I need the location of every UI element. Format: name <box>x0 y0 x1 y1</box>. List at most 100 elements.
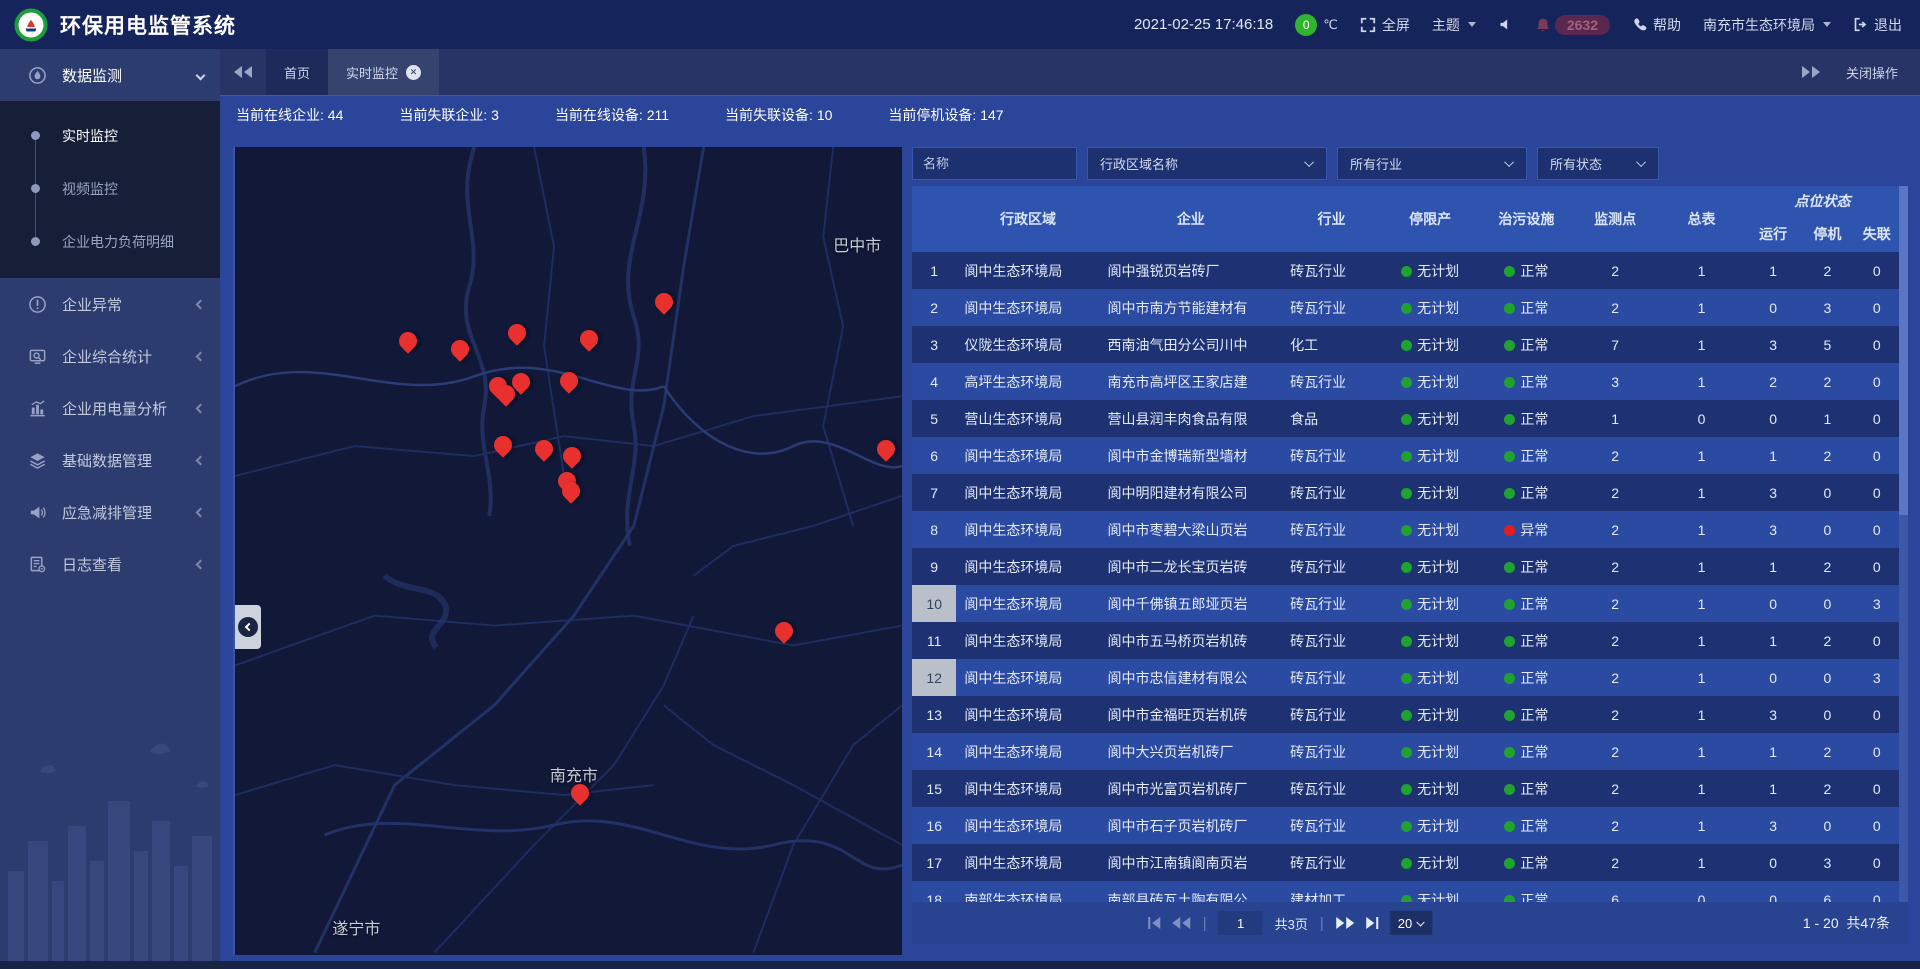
cell-meter: 1 <box>1657 474 1746 511</box>
table-row[interactable]: 11阆中生态环境局阆中市五马桥页岩机砖砖瓦行业无计划正常21120 <box>912 622 1899 659</box>
sidebar-item-视频监控[interactable]: 视频监控 <box>0 162 220 215</box>
pin-icon <box>508 369 533 394</box>
last-page-button[interactable] <box>1366 917 1378 929</box>
next-page-button[interactable] <box>1336 917 1354 929</box>
cell-meter: 1 <box>1657 511 1746 548</box>
sidebar-group-企业综合统计[interactable]: 企业综合统计 <box>0 330 220 382</box>
sidebar-item-企业电力负荷明细[interactable]: 企业电力负荷明细 <box>0 215 220 268</box>
sidebar-group-企业用电量分析[interactable]: 企业用电量分析 <box>0 382 220 434</box>
cell-stop: 2 <box>1800 548 1854 585</box>
table-row[interactable]: 10阆中生态环境局阆中千佛镇五郎垭页岩砖瓦行业无计划正常21003 <box>912 585 1899 622</box>
map-marker-pin[interactable] <box>876 438 896 464</box>
status-dot-icon <box>1401 488 1412 499</box>
table-row[interactable]: 16阆中生态环境局阆中市石子页岩机砖厂砖瓦行业无计划正常21300 <box>912 807 1899 844</box>
cell-company: 阆中市忠信建材有限公 <box>1100 659 1283 696</box>
chevron-down-icon <box>1636 157 1646 167</box>
table-row[interactable]: 5营山生态环境局营山县润丰肉食品有限食品无计划正常10010 <box>912 400 1899 437</box>
sidebar-group-label: 应急减排管理 <box>62 502 197 523</box>
tab-close-icon[interactable]: ✕ <box>406 65 421 80</box>
cell-company: 阆中千佛镇五郎垭页岩 <box>1100 585 1283 622</box>
table-row[interactable]: 18南部生态环境局南部县砖瓦土陶有限公建材加工无计划正常60060 <box>912 881 1899 902</box>
map-collapse-button[interactable] <box>235 605 261 649</box>
sidebar-group-企业异常[interactable]: 企业异常 <box>0 278 220 330</box>
map-marker-pin[interactable] <box>450 338 470 364</box>
region-filter-select[interactable]: 行政区域名称 <box>1087 147 1327 180</box>
table-row[interactable]: 9阆中生态环境局阆中市二龙长宝页岩砖砖瓦行业无计划正常21120 <box>912 548 1899 585</box>
industry-filter-select[interactable]: 所有行业 <box>1337 147 1527 180</box>
map-marker-pin[interactable] <box>493 434 513 460</box>
total-pages-label: 共3页 <box>1275 914 1308 933</box>
fullscreen-button[interactable]: 全屏 <box>1360 15 1410 35</box>
work-area: 巴中市南充市遂宁市 行政区域名称 所有 <box>220 134 1920 961</box>
table-row[interactable]: 4高坪生态环境局南充市高坪区王家店建砖瓦行业无计划正常31220 <box>912 363 1899 400</box>
cell-row-number: 7 <box>912 474 956 511</box>
status-dot-icon <box>1401 377 1412 388</box>
map-marker-pin[interactable] <box>559 370 579 396</box>
cell-limit-status: 无计划 <box>1381 585 1480 622</box>
stat-value: 211 <box>647 107 669 123</box>
stat-label: 当前失联企业: <box>399 107 491 123</box>
scrollbar-thumb[interactable] <box>1899 186 1908 515</box>
record-range-label: 1 - 20 共47条 <box>1803 913 1908 933</box>
logout-button[interactable]: 退出 <box>1853 15 1902 35</box>
table-row[interactable]: 3仪陇生态环境局西南油气田分公司川中化工无计划正常71350 <box>912 326 1899 363</box>
map-marker-pin[interactable] <box>562 445 582 471</box>
map-marker-pin[interactable] <box>507 322 527 348</box>
org-selector[interactable]: 南充市生态环境局 <box>1703 15 1831 35</box>
sidebar-item-实时监控[interactable]: 实时监控 <box>0 109 220 162</box>
page-size-select[interactable]: 20 <box>1390 911 1432 935</box>
sidebar-group-基础数据管理[interactable]: 基础数据管理 <box>0 434 220 486</box>
status-dot-icon <box>1504 710 1515 721</box>
table-row[interactable]: 2阆中生态环境局阆中市南方节能建材有砖瓦行业无计划正常21030 <box>912 289 1899 326</box>
table-row[interactable]: 14阆中生态环境局阆中大兴页岩机砖厂砖瓦行业无计划正常21120 <box>912 733 1899 770</box>
help-button[interactable]: 帮助 <box>1632 15 1681 35</box>
sidebar-group-数据监测[interactable]: 数据监测 <box>0 49 220 101</box>
status-filter-select[interactable]: 所有状态 <box>1537 147 1659 180</box>
tab-home[interactable]: 首页 <box>266 49 328 95</box>
close-operations-button[interactable]: 关闭操作 <box>1846 63 1898 82</box>
theme-button[interactable]: 主题 <box>1432 15 1476 35</box>
mute-button[interactable] <box>1498 17 1513 32</box>
table-row[interactable]: 8阆中生态环境局阆中市枣碧大梁山页岩砖瓦行业无计划异常21300 <box>912 511 1899 548</box>
status-dot-icon <box>1401 414 1412 425</box>
sidebar-group-日志查看[interactable]: 日志查看 <box>0 538 220 590</box>
map-marker-pin[interactable] <box>570 782 590 808</box>
cell-region: 阆中生态环境局 <box>956 733 1099 770</box>
cell-lost: 0 <box>1855 474 1899 511</box>
cell-region: 阆中生态环境局 <box>956 252 1099 289</box>
tabs-scroll-right-button[interactable] <box>1802 66 1820 78</box>
cell-stop: 0 <box>1800 585 1854 622</box>
map-marker-pin[interactable] <box>774 620 794 646</box>
table-row[interactable]: 17阆中生态环境局阆中市江南镇阆南页岩砖瓦行业无计划正常21030 <box>912 844 1899 881</box>
pin-icon <box>490 432 515 457</box>
map-marker-pin[interactable] <box>654 291 674 317</box>
prev-page-button[interactable] <box>1173 917 1191 929</box>
pin-icon <box>567 780 592 805</box>
tab-realtime-monitor[interactable]: 实时监控 ✕ <box>328 49 439 95</box>
first-page-button[interactable] <box>1149 917 1161 929</box>
cell-stop: 1 <box>1800 400 1854 437</box>
table-row[interactable]: 7阆中生态环境局阆中明阳建材有限公司砖瓦行业无计划正常21300 <box>912 474 1899 511</box>
map-panel[interactable]: 巴中市南充市遂宁市 <box>233 147 902 955</box>
table-row[interactable]: 13阆中生态环境局阆中市金福旺页岩机砖砖瓦行业无计划正常21300 <box>912 696 1899 733</box>
table-row[interactable]: 12阆中生态环境局阆中市忠信建材有限公砖瓦行业无计划正常21003 <box>912 659 1899 696</box>
pin-icon <box>448 337 473 362</box>
map-marker-pin[interactable] <box>579 328 599 354</box>
alert-icon <box>26 295 48 314</box>
map-marker-pin[interactable] <box>561 480 581 506</box>
status-dot-icon <box>1401 710 1412 721</box>
cell-industry: 砖瓦行业 <box>1282 289 1381 326</box>
map-marker-pin[interactable] <box>511 371 531 397</box>
table-row[interactable]: 6阆中生态环境局阆中市金博瑞新型墙材砖瓦行业无计划正常21120 <box>912 437 1899 474</box>
name-filter-input[interactable] <box>912 147 1077 180</box>
notification-button[interactable]: 2632 <box>1535 15 1610 35</box>
table-row[interactable]: 1阆中生态环境局阆中强锐页岩砖厂砖瓦行业无计划正常21120 <box>912 252 1899 289</box>
map-marker-pin[interactable] <box>398 330 418 356</box>
map-marker-pin[interactable] <box>534 438 554 464</box>
enterprise-table-viewport: 行政区域 企业 行业 停限产 治污设施 监测点 总表 点位状态 <box>912 186 1908 902</box>
sidebar-group-应急减排管理[interactable]: 应急减排管理 <box>0 486 220 538</box>
table-scrollbar[interactable] <box>1899 186 1908 902</box>
tabs-scroll-left-button[interactable] <box>220 49 266 95</box>
table-row[interactable]: 15阆中生态环境局阆中市光富页岩机砖厂砖瓦行业无计划正常21120 <box>912 770 1899 807</box>
page-number-input[interactable]: 1 <box>1219 911 1263 935</box>
